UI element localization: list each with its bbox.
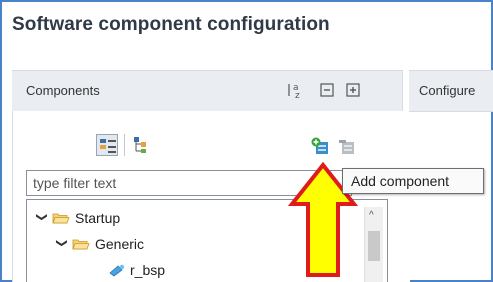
tree-item-r-bsp[interactable]: r_bsp [108,262,165,278]
tree-item-generic[interactable]: ❯ Generic [56,236,145,252]
tree-item-startup[interactable]: ❯ Startup [36,210,121,226]
configure-panel-header: Configure [409,70,493,112]
tree-item-label: r_bsp [130,262,166,278]
flat-view-icon[interactable] [130,134,152,156]
tree-item-label: Startup [75,210,121,226]
add-component-tooltip: Add component [342,168,484,194]
scrollbar-thumb[interactable] [368,231,380,261]
remove-component-icon[interactable] [336,136,358,158]
tree-view-icon[interactable] [96,134,118,156]
add-component-icon[interactable] [310,136,332,158]
tree-item-label: Generic [95,236,145,252]
folder-open-icon [72,239,90,250]
components-panel-header: Components az [12,70,402,112]
toolbar-separator [124,134,125,156]
page-title: Software component configuration [12,14,330,35]
sort-alpha-icon[interactable]: az [286,81,304,101]
svg-text:z: z [295,91,300,99]
chevron-down-icon[interactable]: ❯ [36,212,49,224]
component-icon [109,264,125,277]
folder-open-icon [52,213,70,224]
expand-all-icon[interactable] [344,81,362,99]
components-panel-title: Components [26,83,100,98]
collapse-all-icon[interactable] [318,81,336,99]
configure-panel-title: Configure [419,83,476,98]
scroll-up-icon[interactable]: ^ [369,210,374,221]
tree-scrollbar[interactable]: ^ [364,207,383,282]
chevron-down-icon[interactable]: ❯ [56,238,69,250]
